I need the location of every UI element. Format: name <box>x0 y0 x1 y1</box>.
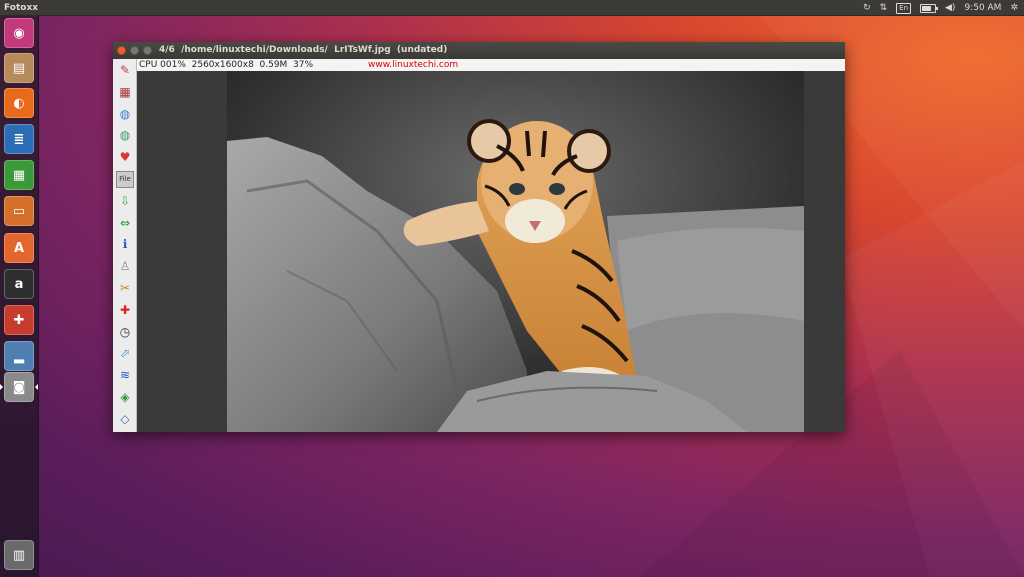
warp-tool-icon[interactable]: ⬀ <box>116 345 134 362</box>
running-indicator <box>0 384 3 390</box>
status-text: CPU 001% 2560x1600x8 0.59M 37% <box>139 60 314 70</box>
minimize-button[interactable] <box>130 46 139 55</box>
info-tool-icon[interactable]: ℹ <box>116 236 134 253</box>
network-updown-icon[interactable]: ⇅ <box>880 0 888 16</box>
launcher-firefox-icon[interactable]: ◐ <box>4 88 34 118</box>
more-tool-icon[interactable]: ◇ <box>116 411 134 428</box>
fotoxx-window: 4/6 /home/linuxtechi/Downloads/ LrITsWf.… <box>113 42 845 432</box>
top-panel: Fotoxx ↻ ⇅ En ◀) 9:50 AM ✲ <box>0 0 1024 16</box>
launcher-ubuntu-software-icon[interactable]: A <box>4 233 34 263</box>
launcher-installer-icon[interactable]: ▂ <box>4 341 34 371</box>
globe-tool-icon[interactable]: ◍ <box>116 106 134 123</box>
status-bar: CPU 001% 2560x1600x8 0.59M 37% www.linux… <box>137 59 845 71</box>
tiger-cub-photo <box>227 71 804 432</box>
photo-illustration <box>227 71 804 432</box>
repair-tool-icon[interactable]: ✚ <box>116 302 134 319</box>
window-titlebar[interactable]: 4/6 /home/linuxtechi/Downloads/ LrITsWf.… <box>113 42 845 59</box>
launcher-system-settings-icon[interactable]: ✚ <box>4 305 34 335</box>
clock-tool-icon[interactable]: ◷ <box>116 324 134 341</box>
retouch-tool-icon[interactable]: ✂ <box>116 280 134 297</box>
select-tool-icon[interactable]: ♙ <box>116 258 134 275</box>
focused-indicator <box>35 384 38 390</box>
volume-icon[interactable]: ◀) <box>945 0 955 16</box>
prev-next-tool-icon[interactable]: ⇔ <box>116 215 134 232</box>
watermark-url: www.linuxtechi.com <box>368 60 459 70</box>
indicator-area: ↻ ⇅ En ◀) 9:50 AM ✲ <box>863 0 1018 16</box>
favorite-tool-icon[interactable]: ♥ <box>116 149 134 166</box>
launcher: ◉ ▤ ◐ ≣ ▦ ▭ Aa ✚ ▂ ◙ ▥ <box>0 16 39 577</box>
maximize-button[interactable] <box>143 46 152 55</box>
world-map-tool-icon[interactable]: ◍ <box>116 127 134 144</box>
launcher-fotoxx-icon[interactable]: ◙ <box>4 372 34 402</box>
save-tool-icon[interactable]: ⇩ <box>116 193 134 210</box>
launcher-libreoffice-writer-icon[interactable]: ≣ <box>4 124 34 154</box>
active-app-name: Fotoxx <box>4 3 39 13</box>
launcher-amazon-icon[interactable]: a <box>4 269 34 299</box>
clock[interactable]: 9:50 AM <box>964 0 1001 16</box>
gallery-tool-icon[interactable]: ▦ <box>116 84 134 101</box>
image-canvas[interactable] <box>137 71 845 432</box>
tool-sidebar: ✎ ▦ ◍ ◍ ♥ File ⇩ ⇔ ℹ ♙ ✂ ✚ ◷ ⬀ ≋ ◈ ◇ <box>113 59 137 432</box>
window-title: 4/6 /home/linuxtechi/Downloads/ LrITsWf.… <box>159 45 448 55</box>
edit-tool-icon[interactable]: ✎ <box>116 62 134 79</box>
layers-tool-icon[interactable]: ≋ <box>116 367 134 384</box>
battery-icon[interactable] <box>920 3 939 13</box>
file-tool-icon[interactable]: File <box>116 171 134 188</box>
launcher-libreoffice-calc-icon[interactable]: ▦ <box>4 160 34 190</box>
settings-gear-icon[interactable]: ✲ <box>1010 0 1018 16</box>
batch-tool-icon[interactable]: ◈ <box>116 389 134 406</box>
keyboard-layout-indicator[interactable]: En <box>896 2 912 14</box>
launcher-trash-icon[interactable]: ▥ <box>4 540 34 570</box>
sync-icon[interactable]: ↻ <box>863 0 871 16</box>
launcher-libreoffice-impress-icon[interactable]: ▭ <box>4 196 34 226</box>
launcher-dash-home-icon[interactable]: ◉ <box>4 18 34 48</box>
launcher-files-icon[interactable]: ▤ <box>4 53 34 83</box>
close-button[interactable] <box>117 46 126 55</box>
